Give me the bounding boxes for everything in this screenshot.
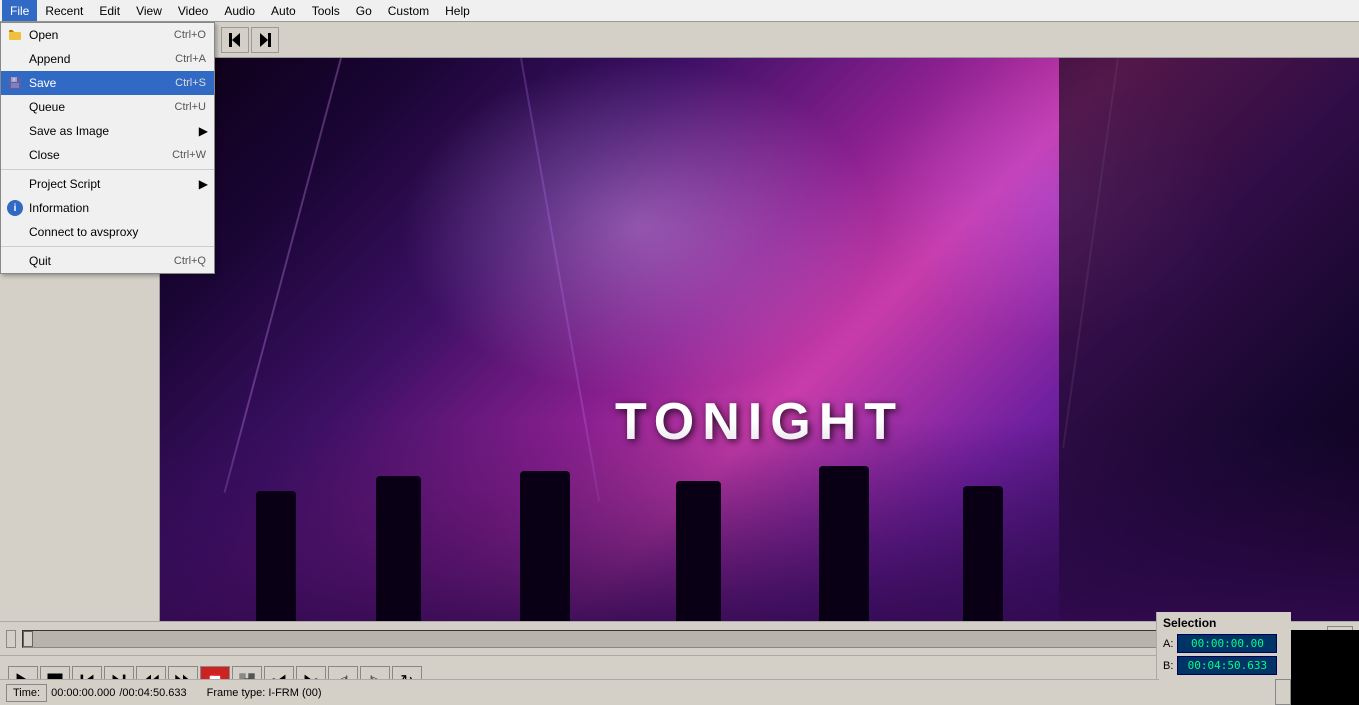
menu-item-close[interactable]: Close Ctrl+W [1, 143, 214, 167]
menu-file[interactable]: File [2, 0, 37, 21]
video-area: TONIGHT [160, 58, 1359, 621]
scrubber-bar[interactable] [22, 630, 1225, 648]
selection-a-value[interactable]: 00:00:00.00 [1177, 634, 1277, 653]
menu-help[interactable]: Help [437, 0, 478, 21]
menu-item-save[interactable]: Save Ctrl+S [1, 71, 214, 95]
menu-auto[interactable]: Auto [263, 0, 304, 21]
selection-b-label: B: [1163, 660, 1173, 672]
figure-group [160, 451, 1359, 621]
video-frame: TONIGHT [160, 58, 1359, 621]
menu-item-append[interactable]: Append Ctrl+A [1, 47, 214, 71]
menu-item-information[interactable]: i Information [1, 196, 214, 220]
time-label: Time: [6, 684, 47, 702]
figure-6 [963, 486, 1003, 621]
save-icon [5, 76, 25, 90]
file-dropdown-menu: Open Ctrl+O Append Ctrl+A Save Ctrl+S Qu… [0, 22, 215, 274]
scrubber-thumb[interactable] [23, 631, 33, 647]
toolbar [215, 22, 1359, 58]
menu-item-open[interactable]: Open Ctrl+O [1, 23, 214, 47]
frame-type: Frame type: I-FRM (00) [207, 687, 322, 699]
figure-2 [376, 476, 421, 621]
menu-separator-2 [1, 246, 214, 247]
menu-go[interactable]: Go [348, 0, 380, 21]
figure-3 [520, 471, 570, 621]
selection-a-row: A: 00:00:00.00 [1163, 634, 1285, 653]
info-icon: i [5, 200, 25, 216]
figure-1 [256, 491, 296, 621]
menu-custom[interactable]: Custom [380, 0, 437, 21]
status-bar: Time: 00:00:00.000 /00:04:50.633 Frame t… [0, 679, 1159, 705]
figure-5 [819, 466, 869, 621]
menu-recent[interactable]: Recent [37, 0, 91, 21]
current-time: 00:00:00.000 [51, 687, 115, 699]
toolbar-next-icon [256, 31, 274, 49]
toolbar-prev-btn[interactable] [221, 27, 249, 53]
selection-label: Selection [1163, 616, 1285, 630]
menu-view[interactable]: View [128, 0, 170, 21]
submenu-arrow-icon: ▶ [199, 124, 208, 138]
toolbar-prev-icon [226, 31, 244, 49]
menu-video[interactable]: Video [170, 0, 216, 21]
menu-audio[interactable]: Audio [216, 0, 263, 21]
thumbnail-area [1291, 630, 1359, 705]
menu-item-quit[interactable]: Quit Ctrl+Q [1, 249, 214, 273]
open-icon [5, 28, 25, 42]
menu-item-connect[interactable]: Connect to avsproxy [1, 220, 214, 244]
menu-item-save-as-image[interactable]: Save as Image ▶ [1, 119, 214, 143]
project-script-arrow-icon: ▶ [199, 177, 208, 191]
small-handle[interactable] [1275, 679, 1291, 705]
timeline-left-handle[interactable] [6, 630, 16, 648]
selection-a-label: A: [1163, 638, 1173, 650]
selection-area: Selection A: 00:00:00.00 B: 00:04:50.633 [1156, 612, 1291, 679]
video-light-1 [400, 58, 880, 396]
selection-b-value[interactable]: 00:04:50.633 [1177, 656, 1277, 675]
menu-item-queue[interactable]: Queue Ctrl+U [1, 95, 214, 119]
total-time: /00:04:50.633 [119, 687, 186, 699]
controls-area: ◁| |▷ ↻ Time: 00:00:00.000 /00:04:50.633… [0, 655, 1359, 705]
figure-4 [676, 481, 721, 621]
toolbar-next-btn[interactable] [251, 27, 279, 53]
menu-separator-1 [1, 169, 214, 170]
selection-b-row: B: 00:04:50.633 [1163, 656, 1285, 675]
menu-tools[interactable]: Tools [304, 0, 348, 21]
menu-edit[interactable]: Edit [91, 0, 128, 21]
menu-item-project-script[interactable]: Project Script ▶ [1, 172, 214, 196]
menubar: File Recent Edit View Video Audio Auto T… [0, 0, 1359, 22]
